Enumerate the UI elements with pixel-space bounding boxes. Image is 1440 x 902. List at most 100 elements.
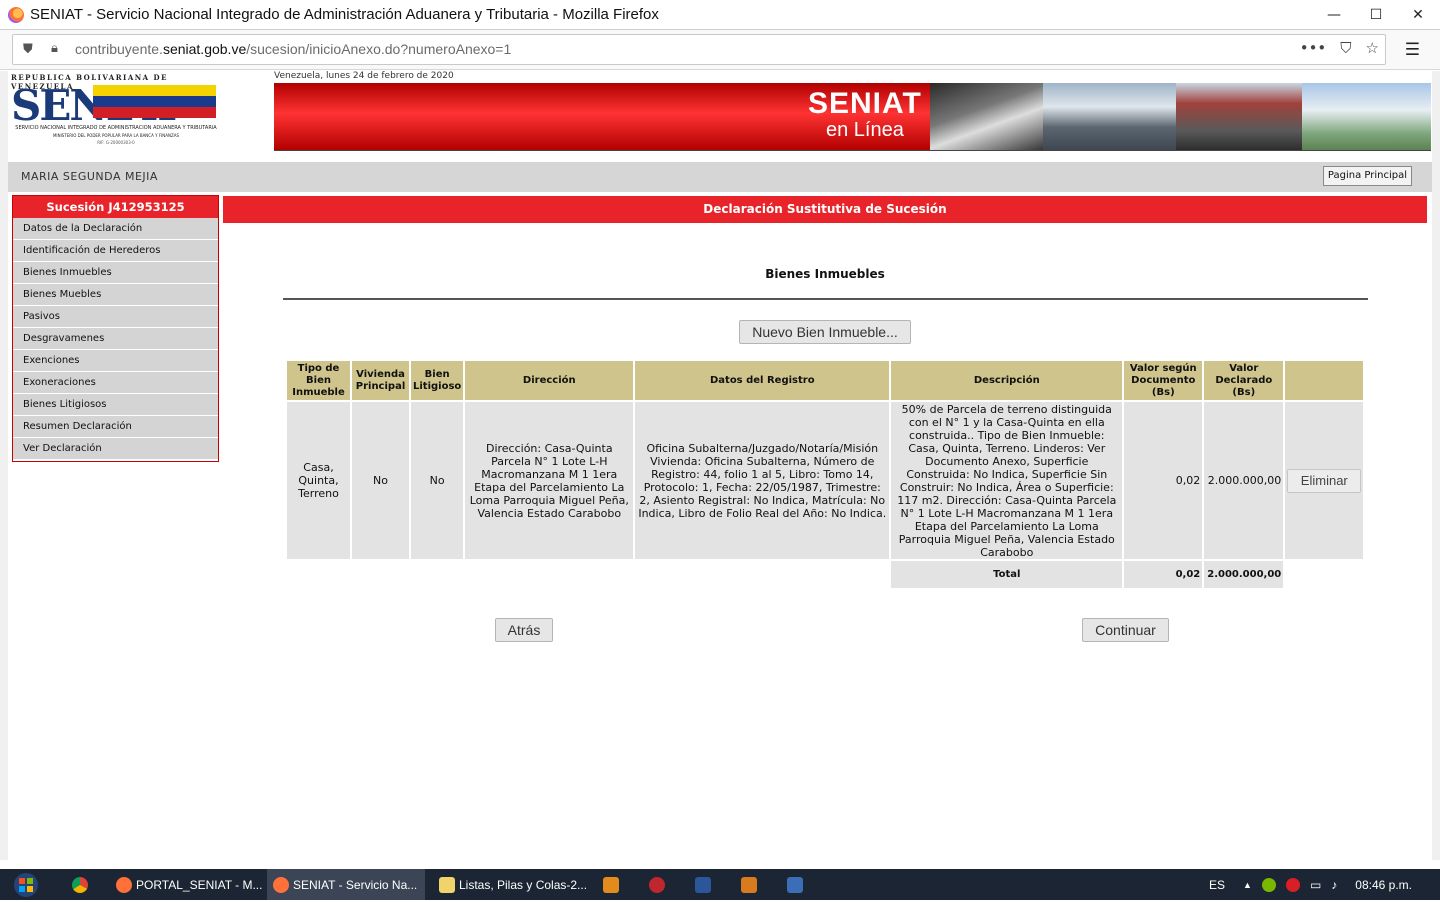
main-header: Declaración Sustitutiva de Sucesión <box>223 196 1427 223</box>
sidebar-item-herederos[interactable]: Identificación de Herederos <box>13 240 218 262</box>
hamburger-menu-icon[interactable]: ☰ <box>1405 40 1420 60</box>
blank-cell <box>287 561 350 588</box>
current-date: Venezuela, lunes 24 de febrero de 2020 <box>274 71 454 81</box>
back-button[interactable]: Atrás <box>495 618 553 642</box>
sidebar-item-exenciones[interactable]: Exenciones <box>13 350 218 372</box>
col-header-litigioso: Bien Litigioso <box>411 361 464 400</box>
url-actions: ••• ⛉ ☆ <box>1300 39 1379 57</box>
blank-cell <box>465 561 634 588</box>
cell-litigioso: No <box>411 402 464 559</box>
cell-actions: Eliminar <box>1285 402 1364 559</box>
page-viewport: REPUBLICA BOLIVARIANA DE VENEZUELA SENIA… <box>0 71 1440 860</box>
url-bar[interactable]: ⛊ 🔒︎ contribuyente.seniat.gob.ve/sucesio… <box>12 34 1386 65</box>
cell-vivienda: No <box>352 402 409 559</box>
sidebar-item-resumen[interactable]: Resumen Declaración <box>13 416 218 438</box>
insecure-lock-icon[interactable]: 🔒︎ <box>51 41 67 57</box>
bookmark-star-icon[interactable]: ☆ <box>1366 39 1379 57</box>
flags-photo <box>1176 83 1302 150</box>
venezuela-flag-icon <box>93 85 216 118</box>
minimize-button[interactable]: — <box>1313 0 1355 30</box>
col-header-actions <box>1285 361 1364 400</box>
new-property-button[interactable]: Nuevo Bien Inmueble... <box>739 320 911 344</box>
total-row: Total 0,02 2.000.000,00 <box>287 561 1364 588</box>
campus-photo <box>1302 83 1431 150</box>
col-header-direccion: Dirección <box>465 361 634 400</box>
tray-app-icon[interactable] <box>1261 877 1276 892</box>
taskbar-item-label: PORTAL_SENIAT - M... <box>136 877 263 892</box>
close-window-button[interactable]: ✕ <box>1397 0 1439 30</box>
sidebar-item-datos-declaracion[interactable]: Datos de la Declaración <box>13 218 218 240</box>
app-red-taskbar-icon[interactable] <box>649 869 669 900</box>
cell-valor-documento: 0,02 <box>1124 402 1203 559</box>
pocket-icon[interactable]: ⛉ <box>1340 39 1351 57</box>
col-header-vivienda: Vivienda Principal <box>352 361 409 400</box>
total-valor-declarado: 2.000.000,00 <box>1204 561 1284 588</box>
taskbar-item-label: SENIAT - Servicio Na... <box>293 877 418 892</box>
properties-table: Tipo de Bien Inmueble Vivienda Principal… <box>285 359 1365 590</box>
table-row: Casa, Quinta, Terreno No No Dirección: C… <box>287 402 1364 559</box>
sidebar-item-ver-declaracion[interactable]: Ver Declaración <box>13 438 218 460</box>
home-page-button[interactable]: Pagina Principal <box>1322 166 1412 186</box>
taskbar-item-portal[interactable]: PORTAL_SENIAT - M... <box>110 869 265 900</box>
firefox-icon <box>8 6 24 23</box>
sidebar-menu: Sucesión J412953125 Datos de la Declarac… <box>12 195 219 462</box>
section-divider <box>283 298 1368 300</box>
total-label: Total <box>891 561 1123 588</box>
sidebar-item-exoneraciones[interactable]: Exoneraciones <box>13 372 218 394</box>
sidebar-item-bienes-muebles[interactable]: Bienes Muebles <box>13 284 218 306</box>
tray-antivirus-icon[interactable] <box>1285 877 1300 892</box>
cell-tipo: Casa, Quinta, Terreno <box>287 402 350 559</box>
col-header-descripcion: Descripción <box>891 361 1123 400</box>
taskbar-item-listas[interactable]: Listas, Pilas y Colas-2... <box>433 869 588 900</box>
user-name: MARIA SEGUNDA MEJIA <box>21 170 158 183</box>
language-indicator[interactable]: ES <box>1209 878 1225 892</box>
maximize-button[interactable]: ☐ <box>1355 0 1397 30</box>
window-titlebar: SENIAT - Servicio Nacional Integrado de … <box>0 0 1440 30</box>
cell-registro: Oficina Subalterna/Juzgado/Notaría/Misió… <box>635 402 890 559</box>
col-header-valor-documento: Valor según Documento (Bs) <box>1124 361 1203 400</box>
browser-navbar: ⛊ 🔒︎ contribuyente.seniat.gob.ve/sucesio… <box>0 30 1440 70</box>
window-title: SENIAT - Servicio Nacional Integrado de … <box>30 6 659 23</box>
total-valor-documento: 0,02 <box>1124 561 1203 588</box>
sidebar-title: Sucesión J412953125 <box>13 196 218 218</box>
table-header-row: Tipo de Bien Inmueble Vivienda Principal… <box>287 361 1364 400</box>
chrome-taskbar-icon[interactable] <box>72 869 92 900</box>
col-header-valor-declarado: Valor Declarado (Bs) <box>1204 361 1284 400</box>
tracking-shield-icon[interactable]: ⛊ <box>23 42 37 58</box>
firefox-icon <box>116 876 132 893</box>
col-header-tipo: Tipo de Bien Inmueble <box>287 361 350 400</box>
page-actions-icon[interactable]: ••• <box>1300 39 1327 57</box>
cell-valor-declarado: 2.000.000,00 <box>1204 402 1284 559</box>
clock[interactable]: 08:46 p.m. <box>1355 878 1412 892</box>
sidebar-item-desgravamenes[interactable]: Desgravamenes <box>13 328 218 350</box>
banner-brand: SENIAT en Línea <box>808 87 922 142</box>
building-photo <box>1043 83 1176 150</box>
network-icon[interactable]: ▭ <box>1310 878 1321 892</box>
volume-icon[interactable]: ♪ <box>1331 878 1337 892</box>
sublime-taskbar-icon[interactable] <box>741 869 761 900</box>
user-bar: MARIA SEGUNDA MEJIA Pagina Principal <box>8 162 1432 192</box>
sidebar-item-pasivos[interactable]: Pasivos <box>13 306 218 328</box>
taskbar-item-seniat[interactable]: SENIAT - Servicio Na... <box>267 869 425 900</box>
seniat-banner: SENIAT en Línea <box>274 83 1431 151</box>
logo-rif: RIF: G-20000303-0 <box>97 140 135 145</box>
network-app-taskbar-icon[interactable] <box>787 869 807 900</box>
delete-button[interactable]: Eliminar <box>1287 468 1362 493</box>
word-taskbar-icon[interactable] <box>695 869 715 900</box>
sidebar-item-bienes-litigiosos[interactable]: Bienes Litigiosos <box>13 394 218 416</box>
cell-direccion: Dirección: Casa-Quinta Parcela N° 1 Lote… <box>465 402 634 559</box>
taskbar-item-label: Listas, Pilas y Colas-2... <box>459 877 588 892</box>
continue-button[interactable]: Continuar <box>1082 618 1169 642</box>
start-button[interactable] <box>8 872 44 898</box>
col-header-registro: Datos del Registro <box>635 361 890 400</box>
url-text[interactable]: contribuyente.seniat.gob.ve/sucesion/ini… <box>75 41 511 57</box>
section-title: Bienes Inmuebles <box>765 267 885 281</box>
tray-expand-icon[interactable]: ▲ <box>1243 880 1252 890</box>
media-player-taskbar-icon[interactable] <box>603 869 623 900</box>
sidebar-item-bienes-inmuebles[interactable]: Bienes Inmuebles <box>13 262 218 284</box>
keyboard-photo <box>930 83 1043 150</box>
firefox-icon <box>273 876 289 893</box>
cell-descripcion: 50% de Parcela de terreno distinguida co… <box>891 402 1123 559</box>
seniat-logo: REPUBLICA BOLIVARIANA DE VENEZUELA SENIA… <box>11 73 221 147</box>
document-icon <box>439 876 455 893</box>
